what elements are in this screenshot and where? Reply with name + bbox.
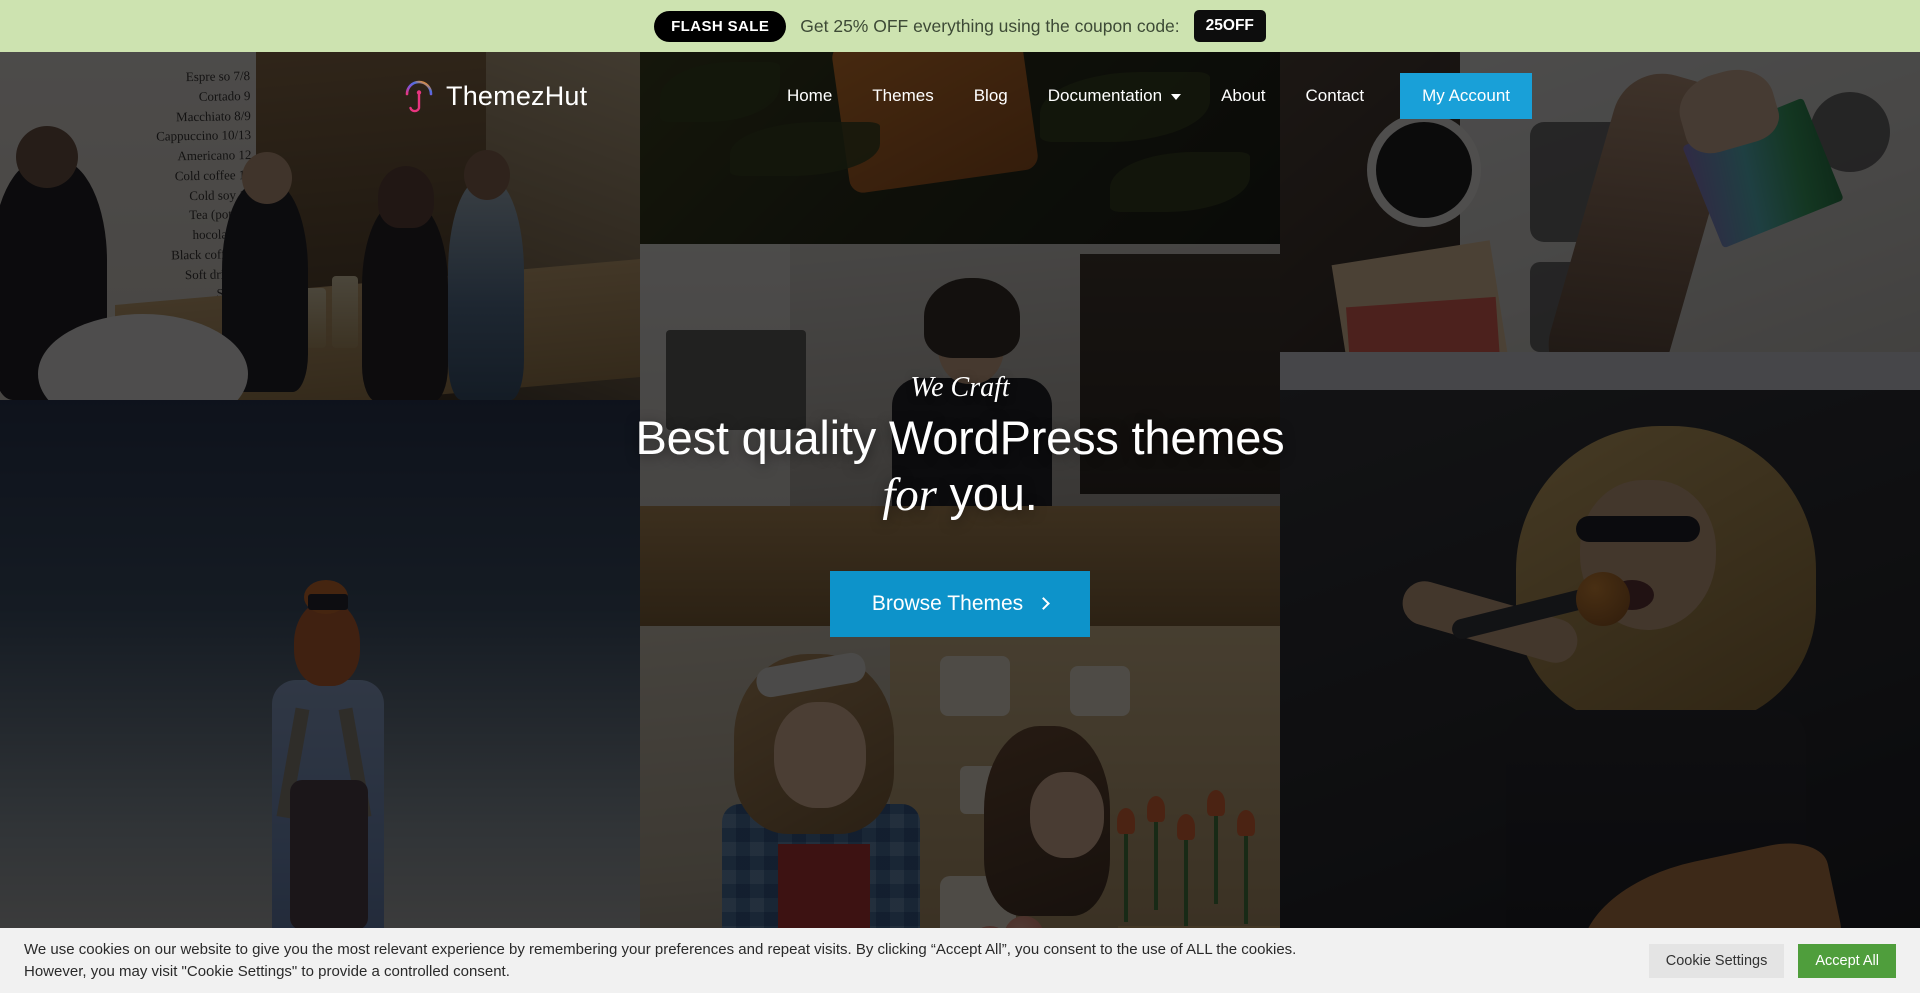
coupon-code-badge[interactable]: 25OFF: [1193, 10, 1266, 42]
nav-item-documentation[interactable]: Documentation: [1028, 76, 1201, 116]
nav-label: Blog: [973, 86, 1008, 105]
cookie-settings-button[interactable]: Cookie Settings: [1648, 943, 1785, 978]
cookie-actions: Cookie Settings Accept All: [1648, 943, 1896, 978]
flash-sale-banner: FLASH SALE Get 25% OFF everything using …: [0, 0, 1920, 52]
hero-title-line1: Best quality WordPress themes: [635, 411, 1285, 465]
nav-item-home[interactable]: Home: [767, 76, 852, 116]
cookie-text-line2: However, you may visit "Cookie Settings"…: [24, 962, 510, 980]
nav-item-about[interactable]: About: [1201, 76, 1285, 116]
collage-tile-singer: [1280, 390, 1920, 993]
brand-name: ThemezHut: [446, 80, 588, 111]
brand-logo-link[interactable]: ThemezHut: [404, 78, 587, 114]
nav-label: Themes: [872, 86, 934, 105]
umbrella-icon: [404, 78, 434, 114]
site-header: ThemezHut Home Themes Blog Documentation…: [0, 52, 1920, 140]
accept-all-button[interactable]: Accept All: [1798, 943, 1896, 978]
nav-item-blog[interactable]: Blog: [954, 76, 1028, 116]
my-account-button[interactable]: My Account: [1400, 73, 1532, 119]
nav-label: Home: [786, 86, 833, 105]
chevron-right-icon: [1037, 597, 1051, 611]
nav-item-themes[interactable]: Themes: [852, 76, 953, 116]
hero-title-italic: for: [882, 468, 937, 521]
hero-title: Best quality WordPress themes for you.: [636, 410, 1285, 523]
hero-title-rest: you.: [936, 466, 1038, 520]
cookie-consent-bar: We use cookies on our website to give yo…: [0, 928, 1920, 993]
nav-label: Contact: [1305, 86, 1365, 105]
nav-label: Documentation: [1047, 86, 1163, 105]
collage-tile-traveler: [0, 400, 640, 993]
main-navigation: Home Themes Blog Documentation About Con…: [767, 73, 1532, 119]
browse-themes-button[interactable]: Browse Themes: [829, 570, 1091, 637]
chevron-down-icon: [1171, 94, 1182, 100]
flash-sale-badge[interactable]: FLASH SALE: [654, 10, 787, 42]
browse-themes-label: Browse Themes: [871, 591, 1024, 615]
nav-label: About: [1221, 86, 1266, 105]
hero-eyebrow: We Craft: [910, 372, 1010, 404]
flash-sale-message: Get 25% OFF everything using the coupon …: [800, 15, 1180, 36]
cookie-consent-text: We use cookies on our website to give yo…: [24, 939, 1296, 982]
nav-item-contact[interactable]: Contact: [1286, 76, 1385, 116]
cookie-text-line1: We use cookies on our website to give yo…: [24, 941, 1297, 959]
